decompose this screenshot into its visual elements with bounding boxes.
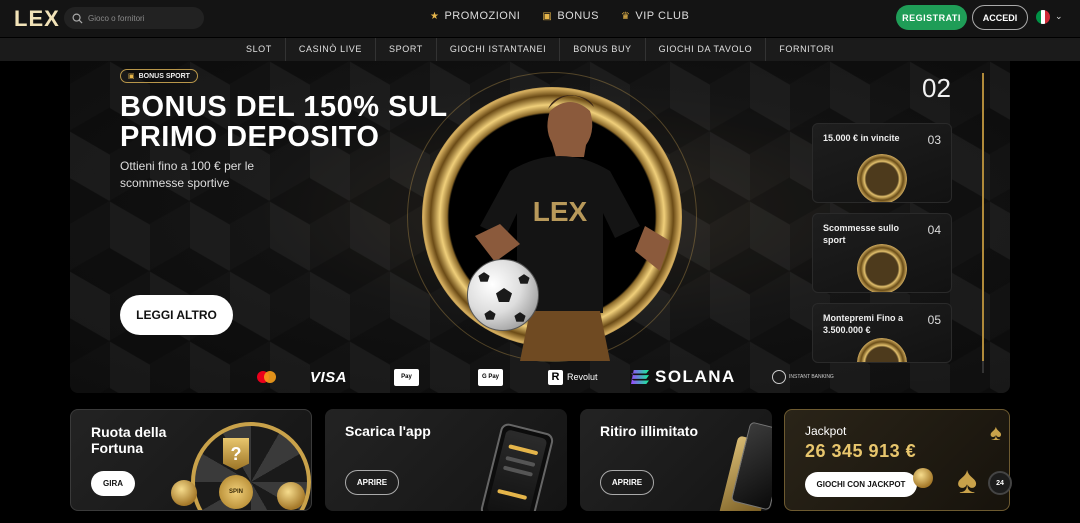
slide-thumb-number: 04 — [927, 223, 941, 237]
category-slot[interactable]: SLOT — [233, 38, 286, 61]
hero-banner[interactable]: ▣ BONUS SPORT BONUS DEL 150% SUL PRIMO D… — [70, 61, 1010, 393]
read-more-button[interactable]: LEGGI ALTRO — [120, 295, 233, 335]
solana-icon: SOLANA — [631, 362, 736, 392]
gold-coin-icon — [171, 480, 197, 506]
category-live-casino[interactable]: CASINÒ LIVE — [286, 38, 377, 61]
open-app-button[interactable]: APRIRE — [345, 470, 399, 495]
slide-thumb-number: 03 — [927, 133, 941, 147]
star-icon: ★ — [430, 10, 440, 22]
gift-icon: ▣ — [128, 73, 135, 80]
payment-methods-row: VISA Pay G Pay R Revolut SOLANA INSTANT B… — [70, 362, 1010, 392]
mastercard-icon — [257, 362, 276, 392]
support-24-icon[interactable]: 24 — [988, 471, 1012, 495]
login-button[interactable]: ACCEDI — [972, 5, 1028, 30]
jackpot-amount: 26 345 913 € — [805, 441, 917, 461]
slide-thumb-label: Montepremi Fino a 3.500.000 € — [823, 313, 904, 335]
spade-icon: ♠ — [957, 460, 978, 502]
wheel-of-fortune-card[interactable]: Ruota della Fortuna GIRA ? SPIN — [70, 409, 312, 511]
slide-thumb-sports-betting[interactable]: Scommesse sullo sport 04 — [812, 213, 952, 293]
gold-coin-icon — [913, 468, 933, 488]
flag-italy-icon[interactable] — [1036, 10, 1050, 24]
hero-subtitle: Ottieni fino a 100 € per le scommesse sp… — [120, 159, 255, 190]
revolut-icon: R Revolut — [548, 362, 598, 392]
site-logo[interactable]: LEX — [14, 6, 60, 32]
sports-medal-icon — [857, 244, 907, 292]
google-pay-label: G Pay — [478, 368, 503, 386]
current-slide-number: 02 — [922, 73, 951, 103]
category-nav: SLOT CASINÒ LIVE SPORT GIOCHI ISTANTANEI… — [0, 38, 1080, 61]
category-table-games[interactable]: GIOCHI DA TAVOLO — [646, 38, 767, 61]
apple-pay-label: Pay — [394, 368, 419, 386]
nav-vip-club[interactable]: ♛ VIP CLUB — [621, 10, 689, 22]
instant-banking-label: INSTANT BANKING — [789, 374, 834, 380]
search-icon — [72, 13, 83, 24]
soccer-ball — [467, 259, 539, 331]
gift-icon: ▣ — [542, 10, 553, 22]
category-bonus-buy[interactable]: BONUS BUY — [560, 38, 646, 61]
nav-label: VIP CLUB — [635, 10, 690, 22]
nav-label: BONUS — [557, 10, 599, 22]
card-title: Ritiro illimitato — [600, 423, 698, 439]
shirt-logo: LEX — [533, 196, 588, 227]
download-app-card[interactable]: Scarica l'app APRIRE — [325, 409, 567, 511]
badge-label: BONUS SPORT — [138, 72, 190, 80]
hero-badge: ▣ BONUS SPORT — [120, 69, 198, 83]
slide-thumb-winnings[interactable]: 15.000 € in vincite 03 — [812, 123, 952, 203]
question-mark-icon: ? — [223, 438, 249, 470]
open-withdrawal-button[interactable]: APRIRE — [600, 470, 654, 495]
card-title: Scarica l'app — [345, 423, 431, 439]
nav-label: PROMOZIONI — [444, 10, 521, 22]
slide-thumb-label: 15.000 € in vincite — [823, 133, 900, 143]
spade-icon: ♠ — [990, 420, 1002, 445]
jackpot-card[interactable]: Jackpot 26 345 913 € GIOCHI CON JACKPOT … — [784, 409, 1010, 511]
top-nav: ★ PROMOZIONI ▣ BONUS ♛ VIP CLUB — [430, 10, 689, 22]
nav-bonus[interactable]: ▣ BONUS — [542, 10, 599, 22]
category-instant-games[interactable]: GIOCHI ISTANTANEI — [437, 38, 561, 61]
smartphone-icon — [479, 421, 555, 511]
search-box[interactable] — [64, 7, 204, 29]
slide-thumb-prize-pool[interactable]: Montepremi Fino a 3.500.000 € 05 — [812, 303, 952, 363]
revolut-label: Revolut — [567, 372, 598, 382]
slide-progress-rail — [982, 73, 984, 361]
casino-chips-icon — [857, 338, 907, 362]
apple-pay-icon: Pay — [394, 362, 419, 392]
category-providers[interactable]: FORNITORI — [766, 38, 847, 61]
slide-thumb-label: Scommesse sullo sport — [823, 223, 900, 245]
crown-icon: ♛ — [620, 10, 631, 22]
card-title: Ruota della Fortuna — [91, 424, 167, 456]
visa-icon: VISA — [310, 368, 348, 386]
nav-promotions[interactable]: ★ PROMOZIONI — [430, 10, 520, 22]
gold-coin-icon — [277, 482, 305, 510]
search-input[interactable] — [88, 13, 198, 23]
spin-button[interactable]: GIRA — [91, 471, 135, 496]
top-header: LEX ★ PROMOZIONI ▣ BONUS ♛ VIP CLUB REGI… — [0, 0, 1080, 37]
jackpot-title: Jackpot — [805, 424, 847, 438]
trophy-medal-icon — [857, 154, 907, 202]
unlimited-withdrawal-card[interactable]: Ritiro illimitato APRIRE — [580, 409, 772, 511]
football-player-illustration: LEX — [475, 95, 670, 361]
instant-banking-icon: INSTANT BANKING — [772, 362, 834, 392]
solana-label: SOLANA — [655, 367, 736, 386]
slide-thumb-number: 05 — [927, 313, 941, 327]
spin-center-label: SPIN — [219, 475, 253, 509]
register-button[interactable]: REGISTRATI — [896, 5, 967, 30]
jackpot-games-button[interactable]: GIOCHI CON JACKPOT — [805, 472, 917, 497]
category-sport[interactable]: SPORT — [376, 38, 437, 61]
google-pay-icon: G Pay — [478, 362, 503, 392]
chevron-down-icon[interactable]: ⌄ — [1055, 11, 1063, 22]
